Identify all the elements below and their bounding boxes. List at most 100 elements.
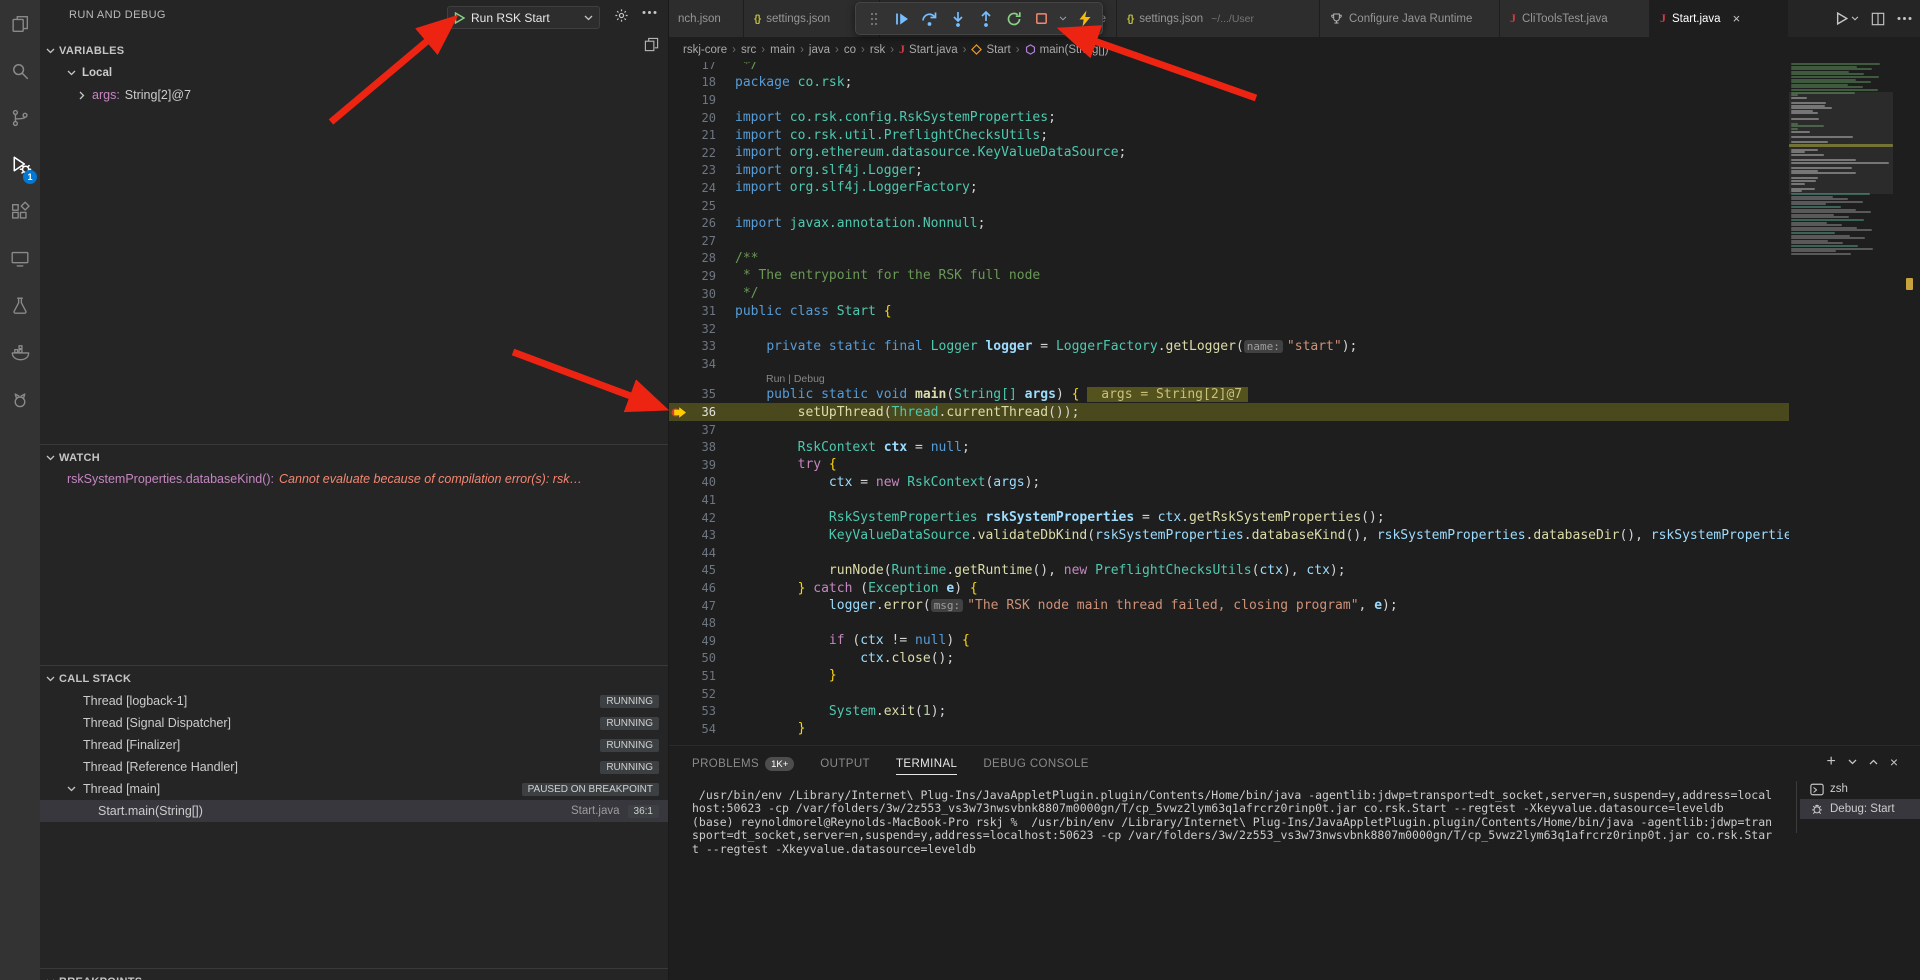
run-config-dropdown[interactable]: Run RSK Start [447, 6, 600, 29]
tab-configure-java-runtime[interactable]: Configure Java Runtime [1320, 0, 1500, 37]
breadcrumb-item[interactable]: main(String[]) [1025, 44, 1109, 56]
code-line-32[interactable]: 32 [668, 320, 1789, 338]
breadcrumb-item[interactable]: JStart.java [899, 42, 958, 57]
breadcrumb[interactable]: rskj-core›src›main›java›co›rsk›JStart.ja… [668, 37, 1920, 62]
call-stack-section-header[interactable]: CALL STACK [40, 668, 668, 690]
activity-bar-item-testing[interactable] [0, 282, 40, 329]
activity-bar-item-run-and-debug[interactable]: 1 [0, 141, 40, 188]
code-line-44[interactable]: 44 [668, 544, 1789, 562]
code-line-26[interactable]: 26import javax.annotation.Nonnull; [668, 214, 1789, 232]
chevron-down-icon[interactable] [584, 15, 593, 21]
code-line-41[interactable]: 41 [668, 491, 1789, 509]
call-stack-thread[interactable]: Thread [Signal Dispatcher]RUNNING [40, 712, 668, 734]
activity-bar-item-pets[interactable] [0, 376, 40, 423]
paused-breakpoint-icon[interactable] [671, 406, 687, 419]
terminal-dropdown-icon[interactable] [1848, 759, 1857, 765]
code-line-52[interactable]: 52 [668, 685, 1789, 703]
activity-bar-item-docker[interactable] [0, 329, 40, 376]
tab-clitoolstest-java[interactable]: JCliToolsTest.java [1500, 0, 1650, 37]
call-stack-thread[interactable]: Thread [Reference Handler]RUNNING [40, 756, 668, 778]
code-line-47[interactable]: 47 logger.error(msg:"The RSK node main t… [668, 597, 1789, 615]
code-line-27[interactable]: 27 [668, 232, 1789, 250]
code-line-34[interactable]: 34 [668, 355, 1789, 373]
breadcrumb-item[interactable]: rsk [870, 44, 885, 56]
run-file-button[interactable] [1836, 12, 1859, 25]
new-terminal-icon[interactable]: + [1826, 755, 1835, 769]
terminal-output[interactable]: /usr/bin/env /Library/Internet\ Plug-Ins… [692, 789, 1794, 977]
code-line-43[interactable]: 43 KeyValueDataSource.validateDbKind(rsk… [668, 526, 1789, 544]
maximize-panel-icon[interactable] [1869, 759, 1878, 765]
activity-bar-item-search[interactable] [0, 47, 40, 94]
codelens-run-debug[interactable]: Run | Debug [668, 373, 1789, 386]
variable-args[interactable]: args: String[2]@7 [40, 84, 668, 106]
code-line-35[interactable]: 35 public static void main(String[] args… [668, 386, 1789, 404]
code-line-54[interactable]: 54 } [668, 720, 1789, 738]
code-line-30[interactable]: 30 */ [668, 285, 1789, 303]
minimap-slider[interactable] [1789, 92, 1893, 194]
variables-section-header[interactable]: VARIABLES [40, 40, 668, 62]
breadcrumb-item[interactable]: Start [971, 44, 1010, 56]
continue-button[interactable] [889, 6, 914, 31]
split-editor-icon[interactable] [1871, 12, 1885, 26]
terminal-list-item-zsh[interactable]: zsh [1800, 779, 1920, 799]
code-line-19[interactable]: 19 [668, 91, 1789, 109]
tab-nch-json[interactable]: nch.json [668, 0, 744, 37]
hot-code-replace-button[interactable] [1072, 6, 1097, 31]
code-line-38[interactable]: 38 RskContext ctx = null; [668, 438, 1789, 456]
watch-expression-row[interactable]: rskSystemProperties.databaseKind(): Cann… [40, 468, 668, 490]
call-stack-thread[interactable]: Thread [logback-1]RUNNING [40, 690, 668, 712]
code-line-25[interactable]: 25 [668, 197, 1789, 215]
more-actions-icon[interactable] [1897, 16, 1912, 21]
start-debug-icon[interactable] [454, 12, 465, 24]
activity-bar-item-remote-explorer[interactable] [0, 235, 40, 282]
code-line-28[interactable]: 28/** [668, 250, 1789, 268]
code-line-31[interactable]: 31public class Start { [668, 302, 1789, 320]
breadcrumb-item[interactable]: main [770, 44, 795, 56]
code-line-21[interactable]: 21import co.rsk.util.PreflightChecksUtil… [668, 126, 1789, 144]
step-out-button[interactable] [973, 6, 998, 31]
code-line-51[interactable]: 51 } [668, 667, 1789, 685]
code-line-37[interactable]: 37 [668, 421, 1789, 439]
tab-settings-json[interactable]: {}settings.json~/.../User [1117, 0, 1320, 37]
step-over-button[interactable] [917, 6, 942, 31]
activity-bar-item-source-control[interactable] [0, 94, 40, 141]
code-line-40[interactable]: 40 ctx = new RskContext(args); [668, 474, 1789, 492]
code-line-24[interactable]: 24import org.slf4j.LoggerFactory; [668, 179, 1789, 197]
breakpoints-section-header[interactable]: BREAKPOINTS [40, 971, 668, 980]
step-into-button[interactable] [945, 6, 970, 31]
code-line-20[interactable]: 20import co.rsk.config.RskSystemProperti… [668, 109, 1789, 127]
panel-tab-output[interactable]: OUTPUT [820, 758, 870, 774]
code-line-39[interactable]: 39 try { [668, 456, 1789, 474]
code-line-23[interactable]: 23import org.slf4j.Logger; [668, 162, 1789, 180]
chevron-right-icon[interactable] [79, 91, 85, 100]
breakpoint-gutter[interactable] [668, 406, 690, 419]
stop-dropdown-chevron-icon[interactable] [1057, 6, 1069, 31]
code-line-36[interactable]: 36 setUpThread(Thread.currentThread()); [668, 403, 1789, 421]
watch-section-header[interactable]: WATCH [40, 447, 668, 469]
code-line-53[interactable]: 53 System.exit(1); [668, 702, 1789, 720]
variables-scope-local[interactable]: Local [40, 62, 668, 84]
code-line-42[interactable]: 42 RskSystemProperties rskSystemProperti… [668, 509, 1789, 527]
activity-bar-item-explorer[interactable] [0, 0, 40, 47]
call-stack-thread[interactable]: Thread [main]PAUSED ON BREAKPOINT [40, 778, 668, 800]
code-line-48[interactable]: 48 [668, 614, 1789, 632]
tab-start-java[interactable]: JStart.java× [1650, 0, 1788, 37]
code-line-50[interactable]: 50 ctx.close(); [668, 650, 1789, 668]
debug-settings-gear-icon[interactable] [614, 8, 629, 23]
activity-bar-item-extensions[interactable] [0, 188, 40, 235]
breadcrumb-item[interactable]: rskj-core [683, 44, 727, 56]
panel-tab-problems[interactable]: PROBLEMS1K+ [692, 757, 794, 775]
breadcrumb-item[interactable]: java [809, 44, 830, 56]
call-stack-frame[interactable]: Start.main(String[])Start.java36:1 [40, 800, 668, 822]
terminal-list-item-debug-start[interactable]: Debug: Start [1800, 799, 1920, 819]
close-icon[interactable]: × [1733, 11, 1741, 26]
restart-button[interactable] [1001, 6, 1026, 31]
code-line-45[interactable]: 45 runNode(Runtime.getRuntime(), new Pre… [668, 562, 1789, 580]
views-more-icon[interactable] [642, 10, 657, 15]
minimap[interactable] [1789, 50, 1893, 730]
panel-tab-debug-console[interactable]: DEBUG CONSOLE [983, 758, 1089, 774]
call-stack-thread[interactable]: Thread [Finalizer]RUNNING [40, 734, 668, 756]
breadcrumb-item[interactable]: co [844, 44, 856, 56]
code-line-46[interactable]: 46 } catch (Exception e) { [668, 579, 1789, 597]
code-line-22[interactable]: 22import org.ethereum.datasource.KeyValu… [668, 144, 1789, 162]
